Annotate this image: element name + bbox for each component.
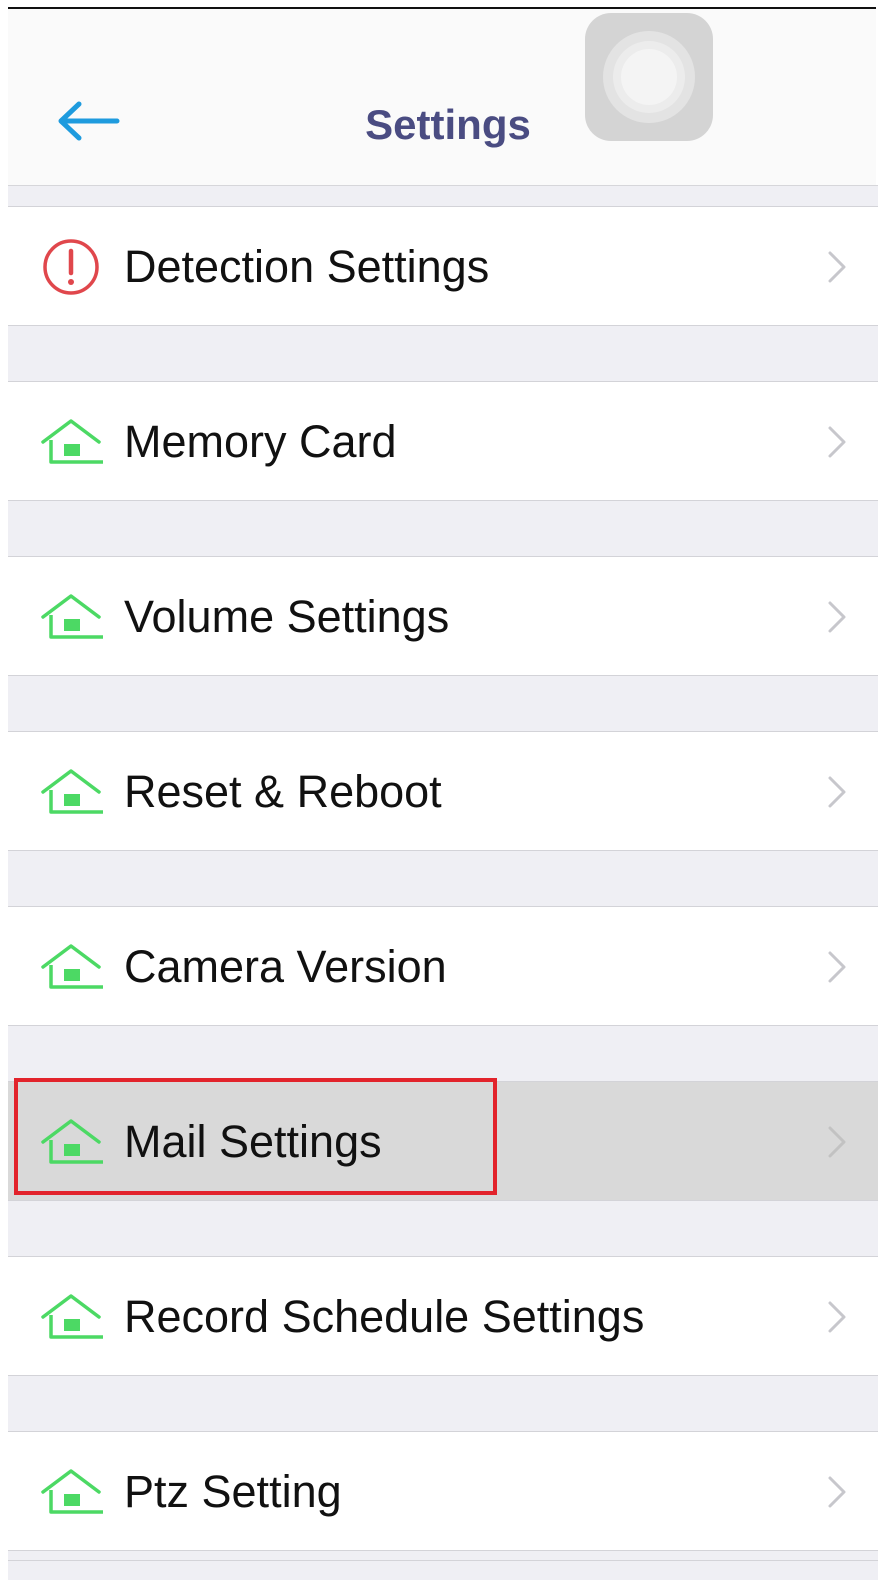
settings-item-memory-card[interactable]: Memory Card (8, 381, 878, 501)
settings-item-label: Camera Version (124, 941, 447, 992)
chevron-right-icon (822, 595, 852, 639)
settings-item-label: Detection Settings (124, 241, 490, 292)
list-bottom-spacer (8, 1560, 878, 1580)
section-spacer (8, 1201, 878, 1256)
house-icon (36, 937, 106, 997)
chevron-right-icon (822, 1295, 852, 1339)
settings-item-reset-reboot[interactable]: Reset & Reboot (8, 731, 878, 851)
section-spacer (8, 326, 878, 381)
chevron-right-icon (822, 1470, 852, 1514)
settings-screen: Settings Detection Settings Memory Card … (0, 0, 884, 1580)
status-bar (8, 9, 876, 69)
chevron-right-icon (822, 1120, 852, 1164)
settings-item-label: Mail Settings (124, 1116, 382, 1167)
settings-item-detection-settings[interactable]: Detection Settings (8, 206, 878, 326)
section-spacer (8, 1026, 878, 1081)
arrow-left-icon (58, 101, 120, 141)
settings-item-label: Memory Card (124, 416, 397, 467)
alert-circle-icon (36, 237, 106, 297)
section-spacer (8, 185, 878, 206)
settings-list: Detection Settings Memory Card Volume Se… (8, 185, 878, 1579)
page-title: Settings (365, 101, 531, 148)
settings-item-label: Volume Settings (124, 591, 450, 642)
section-spacer (8, 851, 878, 906)
settings-item-mail-settings[interactable]: Mail Settings (8, 1081, 878, 1201)
chevron-right-icon (822, 945, 852, 989)
section-spacer (8, 1376, 878, 1431)
assistive-touch-icon (603, 31, 695, 123)
navigation-bar: Settings (8, 9, 876, 185)
settings-item-camera-version[interactable]: Camera Version (8, 906, 878, 1026)
chevron-right-icon (822, 245, 852, 289)
house-icon (36, 1287, 106, 1347)
settings-item-label: Record Schedule Settings (124, 1291, 645, 1342)
house-icon (36, 412, 106, 472)
house-icon (36, 1462, 106, 1522)
chevron-right-icon (822, 420, 852, 464)
section-spacer (8, 676, 878, 731)
settings-item-label: Ptz Setting (124, 1466, 342, 1517)
settings-item-volume-settings[interactable]: Volume Settings (8, 556, 878, 676)
settings-item-ptz-setting[interactable]: Ptz Setting (8, 1431, 878, 1551)
house-icon (36, 1112, 106, 1172)
house-icon (36, 762, 106, 822)
settings-item-record-schedule-settings[interactable]: Record Schedule Settings (8, 1256, 878, 1376)
settings-item-label: Reset & Reboot (124, 766, 442, 817)
section-spacer (8, 501, 878, 556)
chevron-right-icon (822, 770, 852, 814)
back-button[interactable] (48, 91, 128, 151)
assistive-touch-button[interactable] (585, 13, 713, 141)
house-icon (36, 587, 106, 647)
